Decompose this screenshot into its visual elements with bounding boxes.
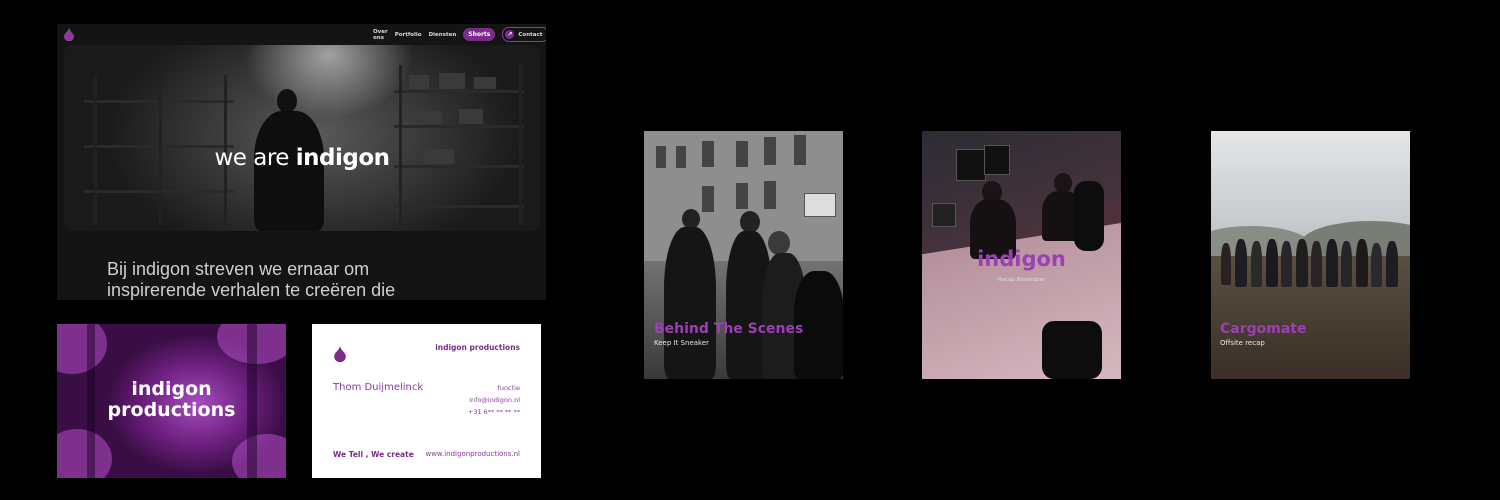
poster-title: Cargomate: [1220, 321, 1307, 337]
box: [439, 73, 465, 89]
brand-line: productions: [107, 399, 236, 421]
poster-subtitle: Recap November: [997, 277, 1046, 283]
poster-behind-the-scenes: Behind The Scenes Keep It Sneaker: [644, 131, 843, 379]
poster-subtitle: Keep It Sneaker: [654, 339, 710, 347]
person: [1221, 243, 1231, 285]
poster-title: indigon: [977, 247, 1066, 271]
window: [676, 146, 686, 168]
drop-logo-icon: [334, 345, 346, 362]
nav-item-portfolio[interactable]: Portfolio: [395, 32, 422, 38]
email: info@indigon.nl: [469, 396, 520, 404]
person: [1296, 239, 1308, 287]
shelf: [394, 205, 524, 208]
site-nav: Over ons Portfolio Diensten Shorts ↗ Con…: [373, 27, 546, 42]
nav-item-diensten[interactable]: Diensten: [429, 32, 457, 38]
nav-contact-label: Contact: [518, 31, 543, 38]
drop-pattern: [57, 324, 107, 374]
box: [414, 111, 442, 124]
nav-shorts-button[interactable]: Shorts: [463, 28, 496, 41]
drop-pattern: [232, 434, 286, 478]
window: [764, 181, 776, 209]
person: [1266, 239, 1278, 287]
chair: [1042, 321, 1102, 379]
arrow-up-right-icon: ↗: [505, 30, 515, 39]
mission-text: Bij indigon streven we ernaar om inspire…: [107, 259, 527, 300]
website-url: www.indigonproductions.nl: [425, 450, 520, 458]
mission-line: Bij indigon streven we ernaar om: [107, 259, 370, 279]
chair: [1074, 181, 1104, 251]
person-head: [1054, 173, 1072, 193]
website-mockup: Over ons Portfolio Diensten Shorts ↗ Con…: [57, 24, 546, 300]
window: [764, 137, 776, 165]
figure-body: [254, 111, 324, 231]
window: [702, 186, 714, 212]
window: [656, 146, 666, 168]
hero-brand: indigon: [295, 145, 390, 171]
figure-head: [277, 89, 297, 113]
person: [1251, 241, 1262, 287]
hero-video[interactable]: we are indigon: [64, 45, 540, 231]
drop-pattern: [57, 429, 112, 478]
person-head: [682, 209, 700, 229]
person: [1356, 239, 1368, 287]
hero-prefix: we are: [214, 145, 289, 171]
poster-title: Behind The Scenes: [654, 321, 804, 337]
nav-contact-button[interactable]: ↗ Contact: [502, 27, 546, 42]
person-name: Thom Duijmelinck: [333, 382, 424, 393]
company-name: indigon productions: [435, 343, 520, 352]
poster-indigon-recap: indigon Recap November: [922, 131, 1121, 379]
brand-line: indigon: [131, 378, 212, 400]
person: [664, 227, 716, 379]
window: [736, 141, 748, 167]
window: [794, 135, 806, 165]
person: [1281, 241, 1292, 287]
poster-cargomate: Cargomate Offsite recap: [1211, 131, 1410, 379]
hero-headline: we are indigon: [64, 145, 540, 171]
monitor: [932, 203, 956, 227]
nav-item-over-ons[interactable]: Over ons: [373, 29, 388, 41]
site-header: Over ons Portfolio Diensten Shorts ↗ Con…: [57, 24, 546, 44]
box: [459, 109, 483, 124]
tagline: We Tell , We create: [333, 450, 414, 459]
monitor: [984, 145, 1010, 175]
window: [702, 141, 714, 167]
person: [1341, 241, 1352, 287]
person: [1326, 239, 1338, 287]
drop-logo-icon[interactable]: [63, 27, 75, 41]
monitor: [956, 149, 986, 181]
camera-monitor: [804, 193, 836, 217]
phone: +31 6** ** ** **: [467, 408, 520, 416]
brand-card: indigon productions: [57, 324, 286, 478]
window: [736, 183, 748, 209]
person: [1371, 243, 1382, 287]
poster-subtitle: Offsite recap: [1220, 339, 1265, 347]
mission-line: inspirerende verhalen te creëren die: [107, 280, 396, 300]
contact-info: functie info@indigon.nl +31 6** ** ** **: [468, 382, 520, 418]
person: [1386, 241, 1398, 287]
shelf: [394, 90, 524, 93]
business-card: indigon productions Thom Duijmelinck fun…: [312, 324, 541, 478]
person-head: [740, 211, 760, 233]
box: [474, 77, 496, 89]
shelf: [394, 125, 524, 128]
box: [409, 75, 429, 89]
brand-card-title: indigon productions: [57, 379, 286, 421]
person: [1311, 241, 1322, 287]
person-head: [768, 231, 790, 255]
person: [1235, 239, 1247, 287]
role: functie: [497, 384, 520, 392]
